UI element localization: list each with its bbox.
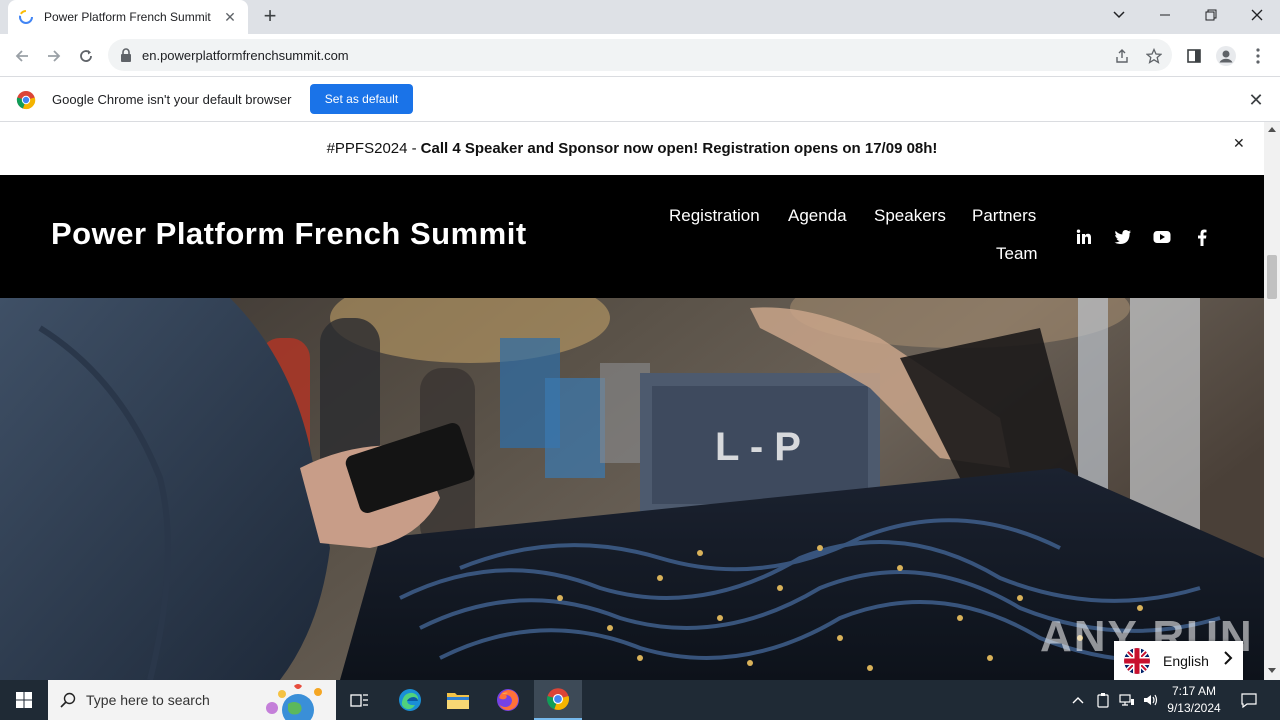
share-icon[interactable] [1110,44,1134,68]
clock-time: 7:17 AM [1171,684,1217,698]
tab-title: Power Platform French Summit [44,10,211,24]
chrome-taskbar-icon[interactable] [534,680,582,720]
booth-sign: L - P [715,425,801,469]
bookmark-star-icon[interactable] [1142,44,1166,68]
site-title[interactable]: Power Platform French Summit [51,216,527,252]
restore-button[interactable] [1188,0,1234,30]
nav-agenda[interactable]: Agenda [788,206,847,226]
default-browser-infobar: Google Chrome isn't your default browser… [0,77,1280,122]
scroll-down-icon[interactable] [1268,668,1276,673]
search-highlight-globe-icon [266,684,322,720]
nav-speakers[interactable]: Speakers [874,206,946,226]
nav-partners[interactable]: Partners [972,206,1036,226]
network-icon[interactable] [1115,680,1139,720]
tray-device-icon[interactable] [1091,680,1115,720]
announcement-close-icon[interactable]: ✕ [1233,135,1245,152]
facebook-icon[interactable] [1192,227,1212,247]
minimize-button[interactable] [1142,0,1188,30]
url-text: en.powerplatformfrenchsummit.com [142,47,349,63]
announcement-tag: #PPFS2024 - [326,140,417,157]
address-bar[interactable]: en.powerplatformfrenchsummit.com [108,39,1172,71]
chrome-logo-icon [16,91,36,110]
uk-flag-icon [1124,647,1150,674]
announcement-bar: #PPFS2024 - Call 4 Speaker and Sponsor n… [0,122,1264,175]
linkedin-icon[interactable] [1074,227,1094,247]
search-placeholder: Type here to search [86,692,210,708]
site-header: Power Platform French Summit Registratio… [0,175,1264,298]
tray-chevron-up-icon[interactable] [1066,680,1090,720]
scroll-up-icon[interactable] [1268,127,1276,132]
language-selector[interactable]: English [1114,641,1243,680]
nav-registration[interactable]: Registration [669,206,760,226]
infobar-close-icon[interactable]: ✕ [1246,90,1266,110]
announcement-text: Call 4 Speaker and Sponsor now open! Reg… [420,140,938,157]
close-window-button[interactable] [1234,0,1280,30]
edge-browser-icon[interactable] [386,680,434,720]
set-as-default-button[interactable]: Set as default [310,84,413,114]
new-tab-button[interactable]: + [258,5,282,29]
file-explorer-icon[interactable] [434,680,482,720]
search-icon [60,692,76,708]
youtube-icon[interactable] [1152,227,1172,247]
browser-tab-strip: Power Platform French Summit ✕ + [0,0,1280,34]
system-clock[interactable]: 7:17 AM 9/13/2024 [1158,683,1230,717]
chevron-right-icon [1223,651,1243,670]
menu-kebab-icon[interactable] [1246,44,1270,68]
loading-favicon-icon [19,10,33,24]
tab-close-icon[interactable]: ✕ [222,9,238,26]
firefox-icon[interactable] [484,680,532,720]
page-viewport: #PPFS2024 - Call 4 Speaker and Sponsor n… [0,122,1264,680]
tab-search-icon[interactable] [1096,0,1142,30]
infobar-message: Google Chrome isn't your default browser [52,92,292,107]
reload-icon[interactable] [72,42,100,70]
twitter-icon[interactable] [1113,227,1133,247]
lock-icon [121,48,131,62]
nav-team[interactable]: Team [996,244,1038,264]
notification-icon[interactable] [1234,680,1264,720]
scrollbar-thumb[interactable] [1267,255,1277,299]
back-arrow-icon[interactable] [8,42,36,70]
windows-start-icon[interactable] [0,680,48,720]
profile-avatar-icon[interactable] [1214,44,1238,68]
windows-taskbar: Type here to search 7:17 AM 9/13/2024 [0,680,1280,720]
language-label: English [1163,652,1209,669]
side-panel-icon[interactable] [1182,44,1206,68]
page-scrollbar[interactable] [1264,122,1280,680]
forward-arrow-icon[interactable] [40,42,68,70]
browser-tab[interactable]: Power Platform French Summit ✕ [8,0,248,34]
browser-toolbar: en.powerplatformfrenchsummit.com [0,34,1280,77]
clock-date: 9/13/2024 [1167,701,1221,715]
taskbar-search-box[interactable]: Type here to search [48,680,336,720]
task-view-icon[interactable] [336,680,384,720]
